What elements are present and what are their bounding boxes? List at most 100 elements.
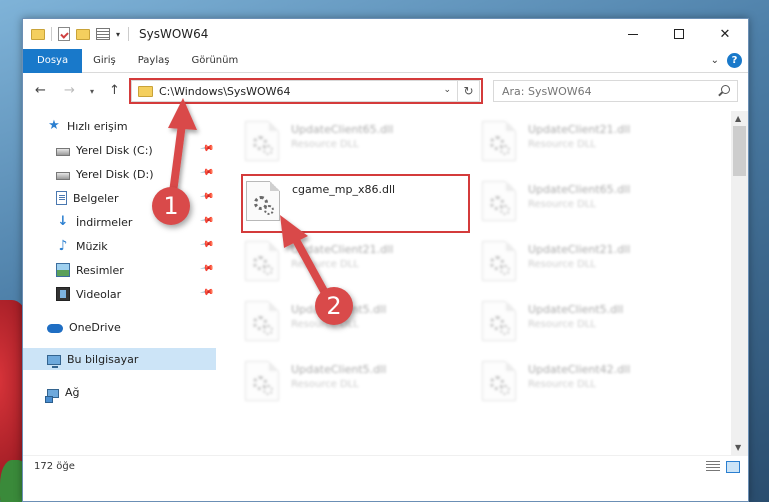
close-button[interactable]: ✕ xyxy=(702,19,748,49)
file-name: UpdateClient21.dll xyxy=(291,243,394,256)
dll-file-icon xyxy=(245,121,279,161)
explorer-window: ▾ SysWOW64 ✕ Dosya Giriş Paylaş Görünüm … xyxy=(22,18,749,502)
navigation-row: ← → ▾ ↑ C:\Windows\SysWOW64 ⌄ ↻ xyxy=(23,73,748,111)
file-item[interactable]: UpdateClient5.dllResource DLL xyxy=(482,299,714,345)
scroll-down-icon[interactable]: ▼ xyxy=(735,443,741,452)
dll-file-icon xyxy=(245,301,279,341)
vertical-scrollbar[interactable]: ▲ ▼ xyxy=(731,111,748,455)
properties-icon[interactable] xyxy=(58,27,70,41)
pin-icon: 📌 xyxy=(199,213,215,229)
customize-toolbar-icon[interactable]: ▾ xyxy=(116,30,120,39)
nav-item-label: Müzik xyxy=(76,239,108,253)
nav-item-this-pc[interactable]: Bu bilgisayar xyxy=(23,348,216,370)
ribbon-tabs: Dosya Giriş Paylaş Görünüm ⌄ ? xyxy=(23,48,748,73)
pin-icon: 📌 xyxy=(199,285,215,301)
file-name: UpdateClient5.dll xyxy=(528,303,624,316)
dll-file-icon xyxy=(245,361,279,401)
file-item[interactable]: UpdateClient5.dllResource DLL xyxy=(245,359,477,405)
refresh-icon[interactable]: ↻ xyxy=(457,81,479,101)
navigation-pane: ★ Hızlı erişim Yerel Disk (C:) 📌 Yerel D… xyxy=(23,111,216,455)
nav-item-label: İndirmeler xyxy=(76,215,133,229)
computer-icon xyxy=(47,354,61,368)
file-item[interactable]: UpdateClient21.dll Resource DLL xyxy=(482,119,714,165)
nav-item-label: Resimler xyxy=(76,263,124,277)
nav-item-quick-access[interactable]: ★ Hızlı erişim xyxy=(23,115,216,137)
minimize-button[interactable] xyxy=(610,19,656,49)
expand-ribbon-icon[interactable]: ⌄ xyxy=(711,55,719,66)
file-item[interactable]: UpdateClient65.dll Resource DLL xyxy=(482,179,714,225)
pin-icon: 📌 xyxy=(199,189,215,205)
ribbon-right: ⌄ ? xyxy=(711,53,742,68)
cloud-icon xyxy=(47,324,63,333)
nav-item-onedrive[interactable]: OneDrive xyxy=(23,316,216,338)
scroll-thumb[interactable] xyxy=(733,126,746,176)
quick-access-toolbar: ▾ xyxy=(23,27,120,41)
search-input[interactable] xyxy=(502,84,702,98)
recent-locations-icon[interactable]: ▾ xyxy=(90,87,94,96)
download-icon: ↓ xyxy=(57,214,69,229)
view-icon[interactable] xyxy=(96,28,110,40)
content-area: ★ Hızlı erişim Yerel Disk (C:) 📌 Yerel D… xyxy=(23,111,748,455)
file-item[interactable]: UpdateClient5.dllResource DLL xyxy=(245,299,477,345)
details-view-icon[interactable] xyxy=(706,461,720,473)
address-path[interactable]: C:\Windows\SysWOW64 xyxy=(159,85,291,98)
file-type: Resource DLL xyxy=(291,259,359,270)
new-folder-icon[interactable] xyxy=(76,28,90,40)
large-icons-view-icon[interactable] xyxy=(726,461,740,473)
tab-share[interactable]: Paylaş xyxy=(127,49,181,73)
step-2-badge: 2 xyxy=(315,287,353,325)
file-name: UpdateClient42.dll xyxy=(528,363,631,376)
dll-file-icon xyxy=(482,301,516,341)
nav-item-local-disk-d[interactable]: Yerel Disk (D:) 📌 xyxy=(23,163,216,185)
dll-file-icon xyxy=(482,181,516,221)
back-arrow-icon[interactable]: ← xyxy=(35,83,46,98)
file-item[interactable]: UpdateClient21.dll Resource DLL xyxy=(245,239,477,285)
minimize-icon xyxy=(628,33,638,35)
maximize-button[interactable] xyxy=(656,19,702,49)
pictures-icon xyxy=(56,263,70,277)
file-item-cgame-mp-x86[interactable]: cgame_mp_x86.dll xyxy=(246,179,478,225)
scroll-up-icon[interactable]: ▲ xyxy=(735,114,741,123)
disk-icon xyxy=(56,147,70,156)
forward-arrow-icon[interactable]: → xyxy=(64,83,75,98)
pin-icon: 📌 xyxy=(199,141,215,157)
network-icon xyxy=(45,388,59,403)
file-type: Resource DLL xyxy=(528,139,596,150)
nav-item-label: OneDrive xyxy=(69,320,121,334)
dll-file-icon xyxy=(482,241,516,281)
file-list: UpdateClient65.dll Resource DLL UpdateCli… xyxy=(216,111,731,455)
dll-file-icon xyxy=(482,121,516,161)
up-arrow-icon[interactable]: ↑ xyxy=(109,83,120,98)
file-type: Resource DLL xyxy=(528,259,596,270)
nav-item-music[interactable]: ♪ Müzik 📌 xyxy=(23,235,216,257)
folder-icon xyxy=(31,28,45,40)
tab-view[interactable]: Görünüm xyxy=(180,49,249,73)
title-bar: ▾ SysWOW64 ✕ xyxy=(23,19,748,49)
file-item[interactable]: UpdateClient65.dll Resource DLL xyxy=(245,119,477,165)
file-item[interactable]: UpdateClient42.dll Resource DLL xyxy=(482,359,714,405)
search-icon[interactable] xyxy=(721,85,730,94)
nav-item-pictures[interactable]: Resimler 📌 xyxy=(23,259,216,281)
documents-icon xyxy=(56,191,67,205)
nav-item-network[interactable]: Ağ xyxy=(23,381,216,403)
file-type: Resource DLL xyxy=(291,139,359,150)
tab-file[interactable]: Dosya xyxy=(23,48,83,73)
nav-item-label: Yerel Disk (D:) xyxy=(76,167,154,181)
pin-icon: 📌 xyxy=(199,261,215,277)
window-controls: ✕ xyxy=(610,19,748,49)
nav-item-videos[interactable]: Videolar 📌 xyxy=(23,283,216,305)
tab-home[interactable]: Giriş xyxy=(82,49,127,73)
folder-icon xyxy=(138,85,153,97)
file-name: cgame_mp_x86.dll xyxy=(292,183,396,196)
file-item[interactable]: UpdateClient21.dll Resource DLL xyxy=(482,239,714,285)
close-icon: ✕ xyxy=(719,26,731,42)
dll-file-icon xyxy=(482,361,516,401)
address-bar[interactable]: C:\Windows\SysWOW64 ⌄ ↻ xyxy=(131,80,480,102)
toolbar-divider xyxy=(51,27,52,41)
search-box[interactable] xyxy=(493,80,738,102)
address-dropdown-icon[interactable]: ⌄ xyxy=(443,85,451,95)
help-icon[interactable]: ? xyxy=(727,53,742,68)
nav-item-local-disk-c[interactable]: Yerel Disk (C:) 📌 xyxy=(23,139,216,161)
videos-icon xyxy=(56,287,70,301)
nav-item-label: Ağ xyxy=(65,385,80,399)
